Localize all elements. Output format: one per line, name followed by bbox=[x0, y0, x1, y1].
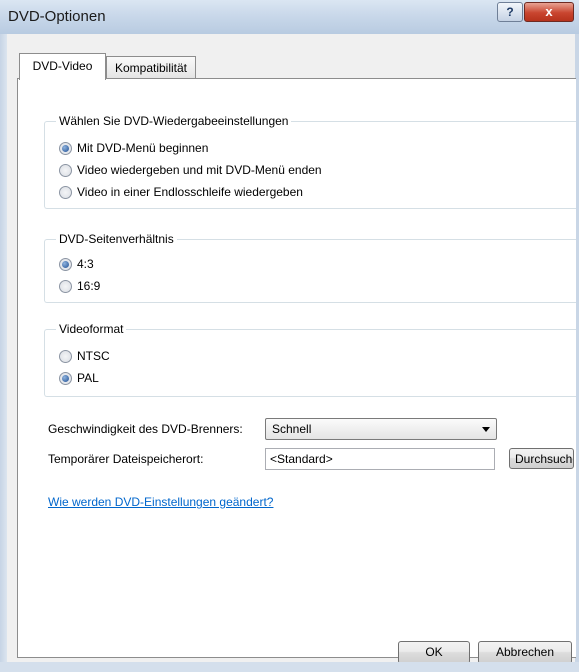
radio-option-4-3[interactable]: 4:3 bbox=[59, 256, 94, 272]
aspect-group-legend: DVD-Seitenverhältnis bbox=[56, 232, 177, 246]
radio-option-play-end-menu[interactable]: Video wiedergeben und mit DVD-Menü enden bbox=[59, 162, 322, 178]
temp-location-label: Temporärer Dateispeicherort: bbox=[48, 452, 204, 466]
radio-option-start-with-menu[interactable]: Mit DVD-Menü beginnen bbox=[59, 140, 208, 156]
temp-location-input[interactable]: <Standard> bbox=[265, 448, 495, 470]
radio-label: NTSC bbox=[77, 349, 110, 363]
radio-label: Video wiedergeben und mit DVD-Menü enden bbox=[77, 163, 322, 177]
window-frame-bottom bbox=[0, 662, 579, 672]
radio-label: Mit DVD-Menü beginnen bbox=[77, 141, 209, 155]
title-bar[interactable]: DVD-Optionen ? x bbox=[0, 0, 579, 34]
cancel-button[interactable]: Abbrechen bbox=[478, 641, 572, 664]
radio-label: Video in einer Endlosschleife wiedergebe… bbox=[77, 185, 303, 199]
radio-button[interactable] bbox=[59, 185, 72, 199]
close-button[interactable]: x bbox=[524, 2, 574, 22]
aspect-ratio-group: DVD-Seitenverhältnis 4:3 16:9 bbox=[44, 232, 576, 303]
tab-panel: Wählen Sie DVD-Wiedergabeeinstellungen M… bbox=[17, 78, 576, 658]
burner-speed-label: Geschwindigkeit des DVD-Brenners: bbox=[48, 422, 243, 436]
radio-label: 16:9 bbox=[77, 279, 101, 293]
ok-button[interactable]: OK bbox=[398, 641, 470, 664]
browse-button[interactable]: Durchsuchen... bbox=[509, 448, 574, 469]
radio-button[interactable] bbox=[59, 163, 72, 177]
radio-option-ntsc[interactable]: NTSC bbox=[59, 348, 110, 364]
radio-button[interactable] bbox=[59, 257, 72, 271]
burner-speed-value: Schnell bbox=[272, 422, 312, 436]
burner-speed-select[interactable]: Schnell bbox=[265, 418, 497, 440]
help-link[interactable]: Wie werden DVD-Einstellungen geändert? bbox=[48, 495, 273, 509]
tab-kompatibilitaet[interactable]: Kompatibilität bbox=[106, 56, 196, 79]
window-title: DVD-Optionen bbox=[8, 8, 106, 25]
temp-location-value: <Standard> bbox=[270, 452, 333, 466]
radio-button[interactable] bbox=[59, 371, 72, 385]
playback-settings-group: Wählen Sie DVD-Wiedergabeeinstellungen M… bbox=[44, 114, 576, 209]
video-format-group: Videoformat NTSC PAL bbox=[44, 322, 576, 397]
format-group-legend: Videoformat bbox=[56, 322, 127, 336]
help-button[interactable]: ? bbox=[497, 2, 523, 22]
radio-option-16-9[interactable]: 16:9 bbox=[59, 278, 100, 294]
radio-option-pal[interactable]: PAL bbox=[59, 370, 99, 386]
radio-label: PAL bbox=[77, 371, 99, 385]
radio-button[interactable] bbox=[59, 279, 72, 293]
chevron-down-icon bbox=[482, 427, 490, 432]
tab-dvd-video[interactable]: DVD-Video bbox=[19, 53, 106, 80]
radio-label: 4:3 bbox=[77, 257, 94, 271]
radio-button[interactable] bbox=[59, 141, 72, 155]
playback-group-legend: Wählen Sie DVD-Wiedergabeeinstellungen bbox=[56, 114, 292, 128]
radio-option-loop[interactable]: Video in einer Endlosschleife wiedergebe… bbox=[59, 184, 303, 200]
window-frame-left bbox=[0, 34, 7, 672]
radio-button[interactable] bbox=[59, 349, 72, 363]
